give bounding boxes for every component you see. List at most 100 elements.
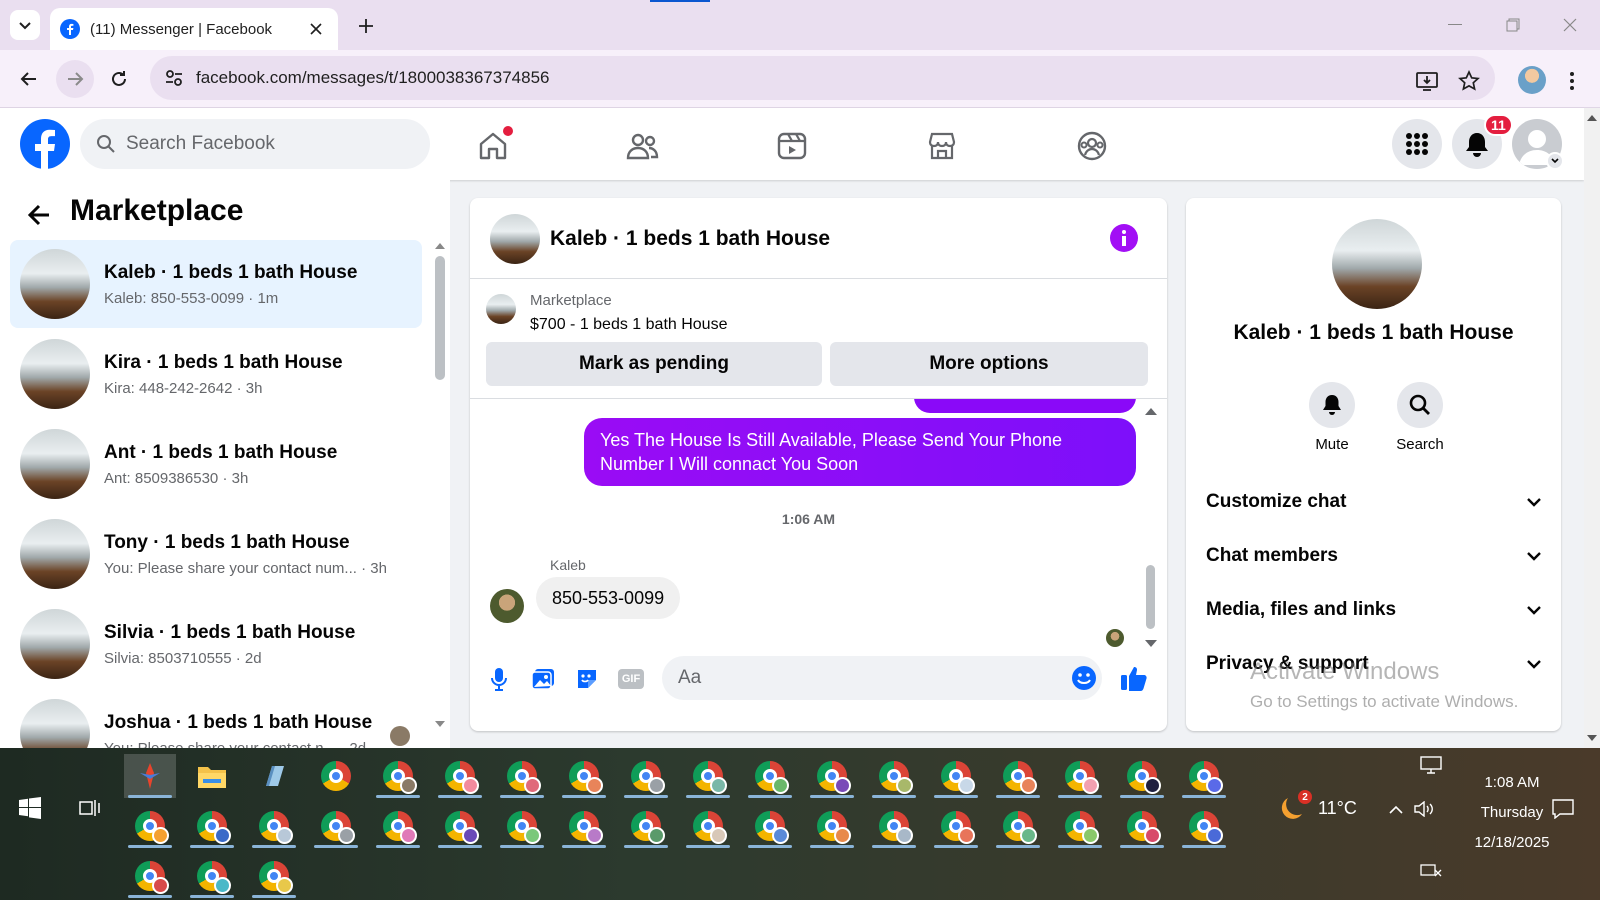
chat-list-scrollbar[interactable]: [432, 242, 448, 742]
menu-button[interactable]: [1392, 119, 1442, 169]
sender-avatar[interactable]: [490, 589, 524, 623]
taskbar-chrome-23[interactable]: [558, 804, 610, 848]
outgoing-message-bubble[interactable]: Yes The House Is Still Available, Please…: [584, 418, 1136, 486]
minimize-window-button[interactable]: [1440, 12, 1470, 38]
taskbar-chrome-19[interactable]: [310, 804, 362, 848]
taskbar-chrome-31[interactable]: [1054, 804, 1106, 848]
account-dropdown[interactable]: [1546, 152, 1564, 170]
back-to-chats-button[interactable]: [22, 198, 56, 232]
task-view-button[interactable]: [70, 788, 110, 828]
taskbar-chrome-30[interactable]: [992, 804, 1044, 848]
details-name[interactable]: Kaleb · 1 beds 1 bath House: [1186, 321, 1561, 345]
network-status-button[interactable]: [1418, 860, 1444, 882]
browser-tab-active[interactable]: (11) Messenger | Facebook: [50, 8, 338, 50]
browser-menu-button[interactable]: [1560, 66, 1584, 96]
taskbar-chrome-12[interactable]: [992, 754, 1044, 798]
taskbar-chrome-17[interactable]: [186, 804, 238, 848]
action-center-button[interactable]: [1546, 792, 1580, 826]
weather-widget[interactable]: 2: [1278, 790, 1312, 828]
taskbar-app-1[interactable]: [124, 754, 176, 798]
close-window-button[interactable]: [1555, 12, 1585, 38]
close-tab-icon[interactable]: [310, 23, 322, 35]
taskbar-chrome-29[interactable]: [930, 804, 982, 848]
address-bar[interactable]: facebook.com/messages/t/1800038367374856: [150, 56, 1495, 100]
scroll-down-icon[interactable]: [1145, 639, 1157, 648]
taskbar-chrome-34[interactable]: [124, 854, 176, 898]
nav-gaming[interactable]: [1072, 126, 1112, 166]
bookmark-button[interactable]: [1454, 66, 1484, 96]
send-like-button[interactable]: [1118, 662, 1150, 694]
taskbar-chrome-27[interactable]: [806, 804, 858, 848]
customize-chat-row[interactable]: Customize chat: [1206, 482, 1541, 522]
taskbar-chrome-18[interactable]: [248, 804, 300, 848]
taskbar-chrome-11[interactable]: [930, 754, 982, 798]
taskbar-chrome-16[interactable]: [124, 804, 176, 848]
taskbar-chrome-6[interactable]: [620, 754, 672, 798]
taskbar-notepad[interactable]: [248, 754, 300, 798]
search-in-chat-button[interactable]: [1397, 382, 1443, 428]
mute-action[interactable]: Mute: [1306, 382, 1358, 453]
taskbar-chrome-25[interactable]: [682, 804, 734, 848]
taskbar-chrome-13[interactable]: [1054, 754, 1106, 798]
taskbar-chrome-5[interactable]: [558, 754, 610, 798]
nav-home[interactable]: [473, 126, 513, 166]
taskbar-chrome-14[interactable]: [1116, 754, 1168, 798]
scroll-up-icon[interactable]: [1145, 407, 1157, 416]
emoji-button[interactable]: [1070, 664, 1098, 692]
chat-item-kaleb[interactable]: Kaleb · 1 beds 1 bath House Kaleb: 850-55…: [10, 240, 422, 328]
details-avatar[interactable]: [1332, 219, 1422, 309]
chat-item-kira[interactable]: Kira · 1 beds 1 bath House Kira: 448-242-…: [10, 330, 422, 418]
chat-item-silvia[interactable]: Silvia · 1 beds 1 bath House Silvia: 8503…: [10, 600, 422, 688]
taskbar-chrome-22[interactable]: [496, 804, 548, 848]
network-display-icon-button[interactable]: [1418, 752, 1444, 778]
conversation-title[interactable]: Kaleb · 1 beds 1 bath House: [550, 227, 830, 251]
attach-media-button[interactable]: [528, 664, 558, 694]
scroll-thumb[interactable]: [435, 256, 445, 380]
incoming-message-bubble[interactable]: 850-553-0099: [536, 577, 681, 619]
taskbar-chrome-8[interactable]: [744, 754, 796, 798]
nav-marketplace[interactable]: [922, 126, 962, 166]
taskbar-chrome-9[interactable]: [806, 754, 858, 798]
weather-temperature[interactable]: 11°C: [1318, 798, 1357, 819]
taskbar-file-explorer[interactable]: [186, 754, 238, 798]
chat-item-ant[interactable]: Ant · 1 beds 1 bath House Ant: 8509386530…: [10, 420, 422, 508]
mark-as-pending-button[interactable]: Mark as pending: [486, 342, 822, 386]
sticker-button[interactable]: [572, 664, 602, 694]
site-settings-icon[interactable]: [164, 68, 184, 88]
reload-button[interactable]: [104, 64, 134, 94]
page-scrollbar[interactable]: [1584, 108, 1600, 748]
listing-title[interactable]: $700 - 1 beds 1 bath House: [530, 316, 727, 334]
gif-button[interactable]: GIF: [616, 664, 646, 694]
taskbar-chrome-24[interactable]: [620, 804, 672, 848]
chat-item-joshua[interactable]: Joshua · 1 beds 1 bath House You: Please …: [10, 690, 422, 748]
restore-window-button[interactable]: [1498, 12, 1528, 38]
show-hidden-icons-button[interactable]: [1384, 794, 1408, 824]
nav-friends[interactable]: [622, 126, 662, 166]
taskbar-chrome-3[interactable]: [434, 754, 486, 798]
media-files-links-row[interactable]: Media, files and links: [1206, 590, 1541, 630]
mute-button[interactable]: [1309, 382, 1355, 428]
message-input[interactable]: Aa: [662, 656, 1102, 700]
taskbar-chrome-28[interactable]: [868, 804, 920, 848]
tab-list-button[interactable]: [10, 10, 40, 40]
conversation-avatar[interactable]: [490, 214, 540, 264]
taskbar-chrome-26[interactable]: [744, 804, 796, 848]
taskbar-chrome-10[interactable]: [868, 754, 920, 798]
chat-item-tony[interactable]: Tony · 1 beds 1 bath House You: Please sh…: [10, 510, 422, 598]
scroll-down-icon[interactable]: [1587, 734, 1597, 742]
taskbar-chrome-21[interactable]: [434, 804, 486, 848]
nav-video[interactable]: [772, 126, 812, 166]
back-button[interactable]: [14, 64, 44, 94]
chat-members-row[interactable]: Chat members: [1206, 536, 1541, 576]
browser-profile-avatar[interactable]: [1518, 66, 1546, 94]
taskbar-chrome-35[interactable]: [186, 854, 238, 898]
taskbar-chrome-1[interactable]: [310, 754, 362, 798]
facebook-search-input[interactable]: Search Facebook: [80, 119, 430, 169]
thread-scroll-thumb[interactable]: [1146, 565, 1155, 629]
voice-clip-button[interactable]: [484, 664, 514, 694]
facebook-logo[interactable]: [20, 119, 70, 169]
taskbar-chrome-4[interactable]: [496, 754, 548, 798]
taskbar-chrome-20[interactable]: [372, 804, 424, 848]
taskbar-chrome-33[interactable]: [1178, 804, 1230, 848]
taskbar-chrome-2[interactable]: [372, 754, 424, 798]
